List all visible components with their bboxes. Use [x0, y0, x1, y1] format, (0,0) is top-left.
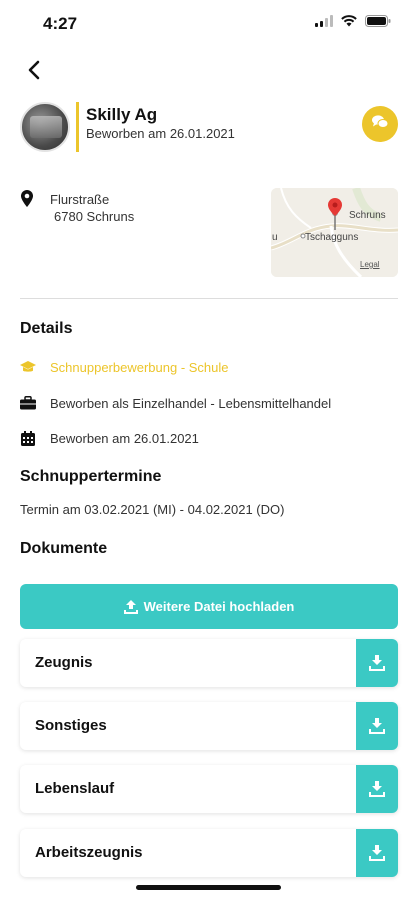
- map-legal-link[interactable]: Legal: [360, 260, 380, 269]
- download-button[interactable]: [356, 765, 398, 813]
- map-label-schruns: Schruns: [349, 210, 386, 221]
- upload-button-label: Weitere Datei hochladen: [143, 599, 295, 614]
- detail-applied-as: Beworben als Einzelhandel - Lebensmittel…: [20, 393, 331, 413]
- briefcase-icon: [20, 395, 36, 411]
- detail-text: Schnupperbewerbung - Schule: [50, 359, 229, 375]
- document-card[interactable]: Arbeitszeugnis: [20, 829, 398, 877]
- map-label-partial: u: [272, 232, 278, 243]
- map-label-tschagguns: Tschagguns: [305, 232, 359, 243]
- dokumente-title: Dokumente: [20, 540, 108, 557]
- detail-text: Beworben am 26.01.2021: [50, 430, 199, 446]
- download-button[interactable]: [356, 639, 398, 687]
- document-name: Sonstiges: [35, 717, 107, 734]
- back-button[interactable]: [20, 58, 48, 86]
- graduation-cap-icon: [20, 359, 36, 375]
- chevron-left-icon: [27, 60, 41, 85]
- battery-icon: [365, 14, 391, 32]
- signal-icon: [315, 14, 333, 32]
- status-icons: [315, 14, 391, 32]
- address-city: 6780 Schruns: [54, 209, 135, 224]
- applied-date: Beworben am 26.01.2021: [86, 126, 235, 141]
- wifi-icon: [341, 14, 357, 32]
- document-card[interactable]: Sonstiges: [20, 702, 398, 750]
- document-card[interactable]: Zeugnis: [20, 639, 398, 687]
- download-button[interactable]: [356, 829, 398, 877]
- detail-applied-date: Beworben am 26.01.2021: [20, 428, 199, 448]
- section-divider: [20, 298, 398, 299]
- home-indicator: [136, 885, 281, 890]
- location-pin-icon: [20, 190, 34, 213]
- map-thumbnail[interactable]: Schruns Tschagguns u Legal: [271, 188, 398, 277]
- chat-button[interactable]: [362, 106, 398, 142]
- status-time: 4:27: [43, 14, 78, 33]
- document-name: Zeugnis: [35, 654, 93, 671]
- upload-file-button[interactable]: Weitere Datei hochladen: [20, 584, 398, 629]
- details-title: Details: [20, 320, 73, 337]
- calendar-icon: [20, 430, 36, 446]
- status-bar: 4:27: [0, 0, 417, 44]
- download-icon: [369, 655, 385, 671]
- schnuppertermine-title: Schnuppertermine: [20, 468, 162, 485]
- download-icon: [369, 781, 385, 797]
- company-name: Skilly Ag: [86, 105, 158, 124]
- address-street: Flurstraße: [50, 192, 110, 207]
- document-name: Arbeitszeugnis: [35, 844, 143, 861]
- termin-text: Termin am 03.02.2021 (MI) - 04.02.2021 (…: [20, 502, 285, 517]
- document-name: Lebenslauf: [35, 780, 115, 797]
- company-header: Skilly Ag Beworben am 26.01.2021: [20, 102, 398, 152]
- document-card[interactable]: Lebenslauf: [20, 765, 398, 813]
- company-avatar: [20, 102, 70, 152]
- download-icon: [369, 845, 385, 861]
- header-divider: [76, 102, 79, 152]
- download-icon: [369, 718, 385, 734]
- detail-text: Beworben als Einzelhandel - Lebensmittel…: [50, 395, 332, 411]
- upload-icon: [123, 599, 138, 614]
- detail-application-type: Schnupperbewerbung - Schule: [20, 357, 229, 377]
- download-button[interactable]: [356, 702, 398, 750]
- chat-bubble-icon: [371, 114, 389, 135]
